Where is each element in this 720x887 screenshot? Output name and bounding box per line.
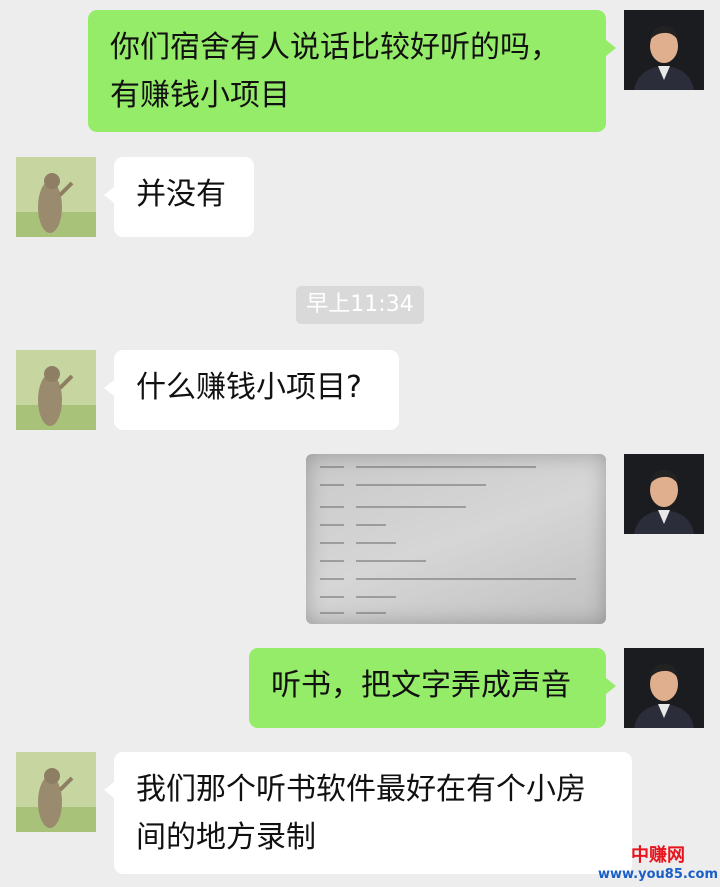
- document-line: [320, 506, 344, 508]
- message-bubble-incoming[interactable]: 什么赚钱小项目?: [104, 350, 399, 430]
- groundhog-avatar-icon: [16, 350, 96, 430]
- document-line: [356, 560, 426, 562]
- watermark-logo: 中赚网 www.you85.com: [596, 846, 720, 887]
- document-line: [320, 524, 344, 526]
- groundhog-avatar-icon: [16, 157, 96, 237]
- document-line: [356, 612, 386, 614]
- message-bubble-incoming[interactable]: 我们那个听书软件最好在有个小房 间的地方录制: [104, 752, 632, 874]
- document-line: [356, 578, 576, 580]
- self-avatar[interactable]: [624, 454, 704, 534]
- contact-avatar[interactable]: [16, 752, 96, 832]
- contact-avatar[interactable]: [16, 350, 96, 430]
- document-line: [320, 542, 344, 544]
- document-line: [356, 466, 536, 468]
- message-bubble-outgoing[interactable]: 你们宿舍有人说话比较好听的吗， 有赚钱小项目: [88, 10, 616, 132]
- watermark-url: www.you85.com: [597, 867, 718, 882]
- document-line: [320, 578, 344, 580]
- document-line: [320, 596, 344, 598]
- document-line: [320, 612, 344, 614]
- document-line: [356, 542, 396, 544]
- document-line: [320, 484, 344, 486]
- watermark-title: 中赚网: [631, 845, 685, 866]
- document-line: [356, 524, 386, 526]
- self-avatar[interactable]: [624, 648, 704, 728]
- document-line: [320, 560, 344, 562]
- message-bubble-outgoing[interactable]: 听书，把文字弄成声音: [249, 648, 616, 728]
- man-avatar-icon: [624, 648, 704, 728]
- document-line: [356, 506, 466, 508]
- document-line: [320, 466, 344, 468]
- document-line: [356, 596, 396, 598]
- image-message[interactable]: [306, 454, 606, 624]
- man-avatar-icon: [624, 10, 704, 90]
- timestamp: 早上11:34: [296, 286, 424, 324]
- self-avatar[interactable]: [624, 10, 704, 90]
- groundhog-avatar-icon: [16, 752, 96, 832]
- message-bubble-incoming[interactable]: 并没有: [104, 157, 254, 237]
- document-line: [356, 484, 486, 486]
- man-avatar-icon: [624, 454, 704, 534]
- contact-avatar[interactable]: [16, 157, 96, 237]
